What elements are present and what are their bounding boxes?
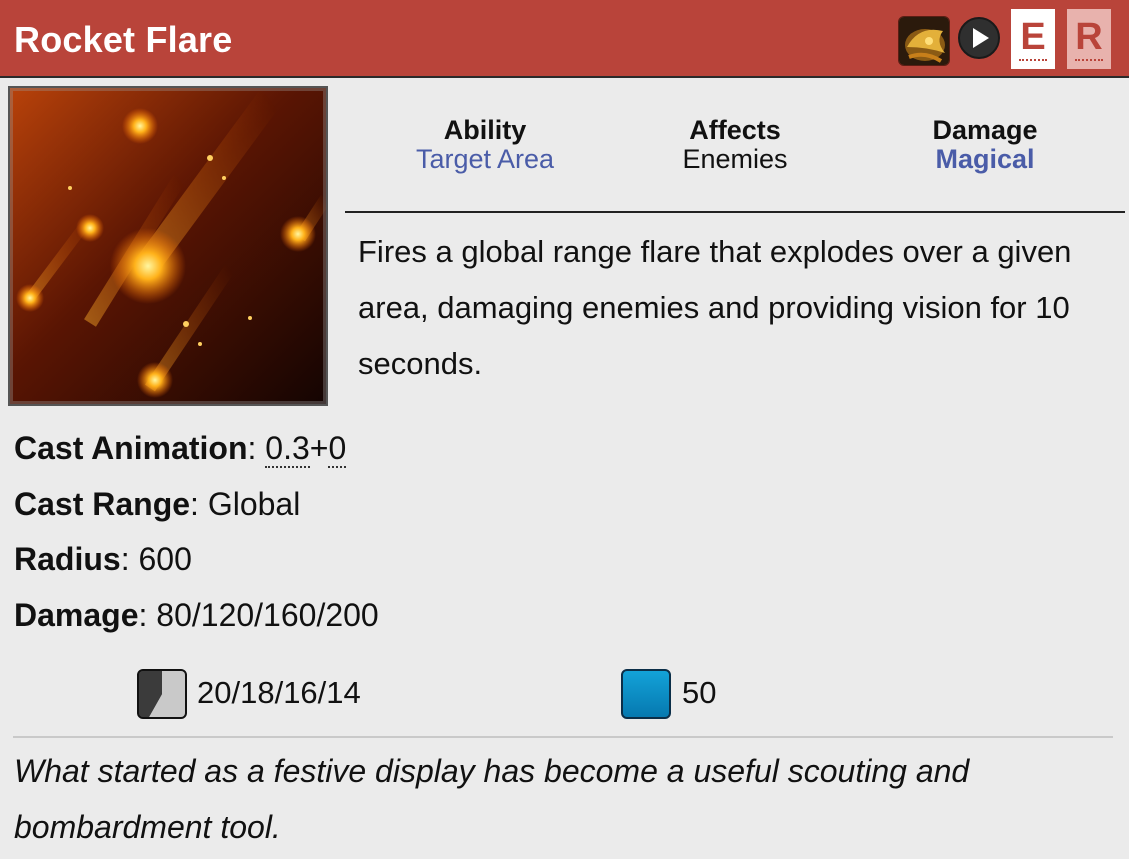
stat-affects: Affects Enemies <box>610 116 860 174</box>
stat-damage: Damage Magical <box>860 116 1110 174</box>
attr-cast-range: Cast Range: Global <box>14 486 301 522</box>
hotkey-e[interactable]: E <box>1011 9 1055 69</box>
mana-icon <box>621 669 671 719</box>
attr-damage: Damage: 80/120/160/200 <box>14 597 379 633</box>
hotkey-r-underline <box>1075 59 1103 61</box>
hero-portrait-icon[interactable] <box>898 16 950 66</box>
stat-ability-label: Ability <box>443 115 527 145</box>
cast-backswing-value[interactable]: 0 <box>328 430 347 468</box>
attr-damage-label: Damage <box>14 597 139 633</box>
attr-cast-range-label: Cast Range <box>14 486 191 522</box>
stat-ability-value[interactable]: Target Area <box>360 145 610 174</box>
hotkey-r[interactable]: R <box>1067 9 1111 69</box>
ability-lore: What started as a festive display has be… <box>14 753 970 845</box>
attr-cast-animation-label: Cast Animation <box>14 430 248 466</box>
stat-ability: Ability Target Area <box>360 116 610 174</box>
hotkey-r-label: R <box>1075 16 1103 58</box>
cooldown-value: 20/18/16/14 <box>197 675 361 710</box>
play-icon[interactable] <box>958 17 1000 59</box>
ability-header: Rocket Flare E R <box>0 0 1129 78</box>
hotkey-e-underline <box>1019 59 1047 61</box>
cast-animation-plus: + <box>309 430 329 466</box>
stats-divider <box>345 211 1125 213</box>
cast-point-value[interactable]: 0.3 <box>265 430 310 468</box>
attr-cast-range-value: Global <box>207 486 301 522</box>
attr-damage-value: 80/120/160/200 <box>156 597 379 633</box>
stat-damage-value[interactable]: Magical <box>860 145 1110 174</box>
attr-radius: Radius: 600 <box>14 541 192 577</box>
lore-separator <box>13 736 1113 738</box>
ability-image <box>8 86 328 406</box>
attr-cast-animation: Cast Animation: 0.3+0 <box>14 430 347 468</box>
stat-damage-label: Damage <box>932 115 1038 145</box>
mana-cost-value: 50 <box>682 675 717 710</box>
stat-affects-value: Enemies <box>682 144 788 174</box>
attr-radius-value: 600 <box>138 541 192 577</box>
ability-title: Rocket Flare <box>14 19 233 60</box>
cooldown-icon <box>137 669 187 719</box>
hotkey-e-label: E <box>1020 16 1046 58</box>
ability-description: Fires a global range flare that explodes… <box>358 234 1072 381</box>
attr-radius-label: Radius <box>14 541 121 577</box>
stat-affects-label: Affects <box>689 115 781 145</box>
